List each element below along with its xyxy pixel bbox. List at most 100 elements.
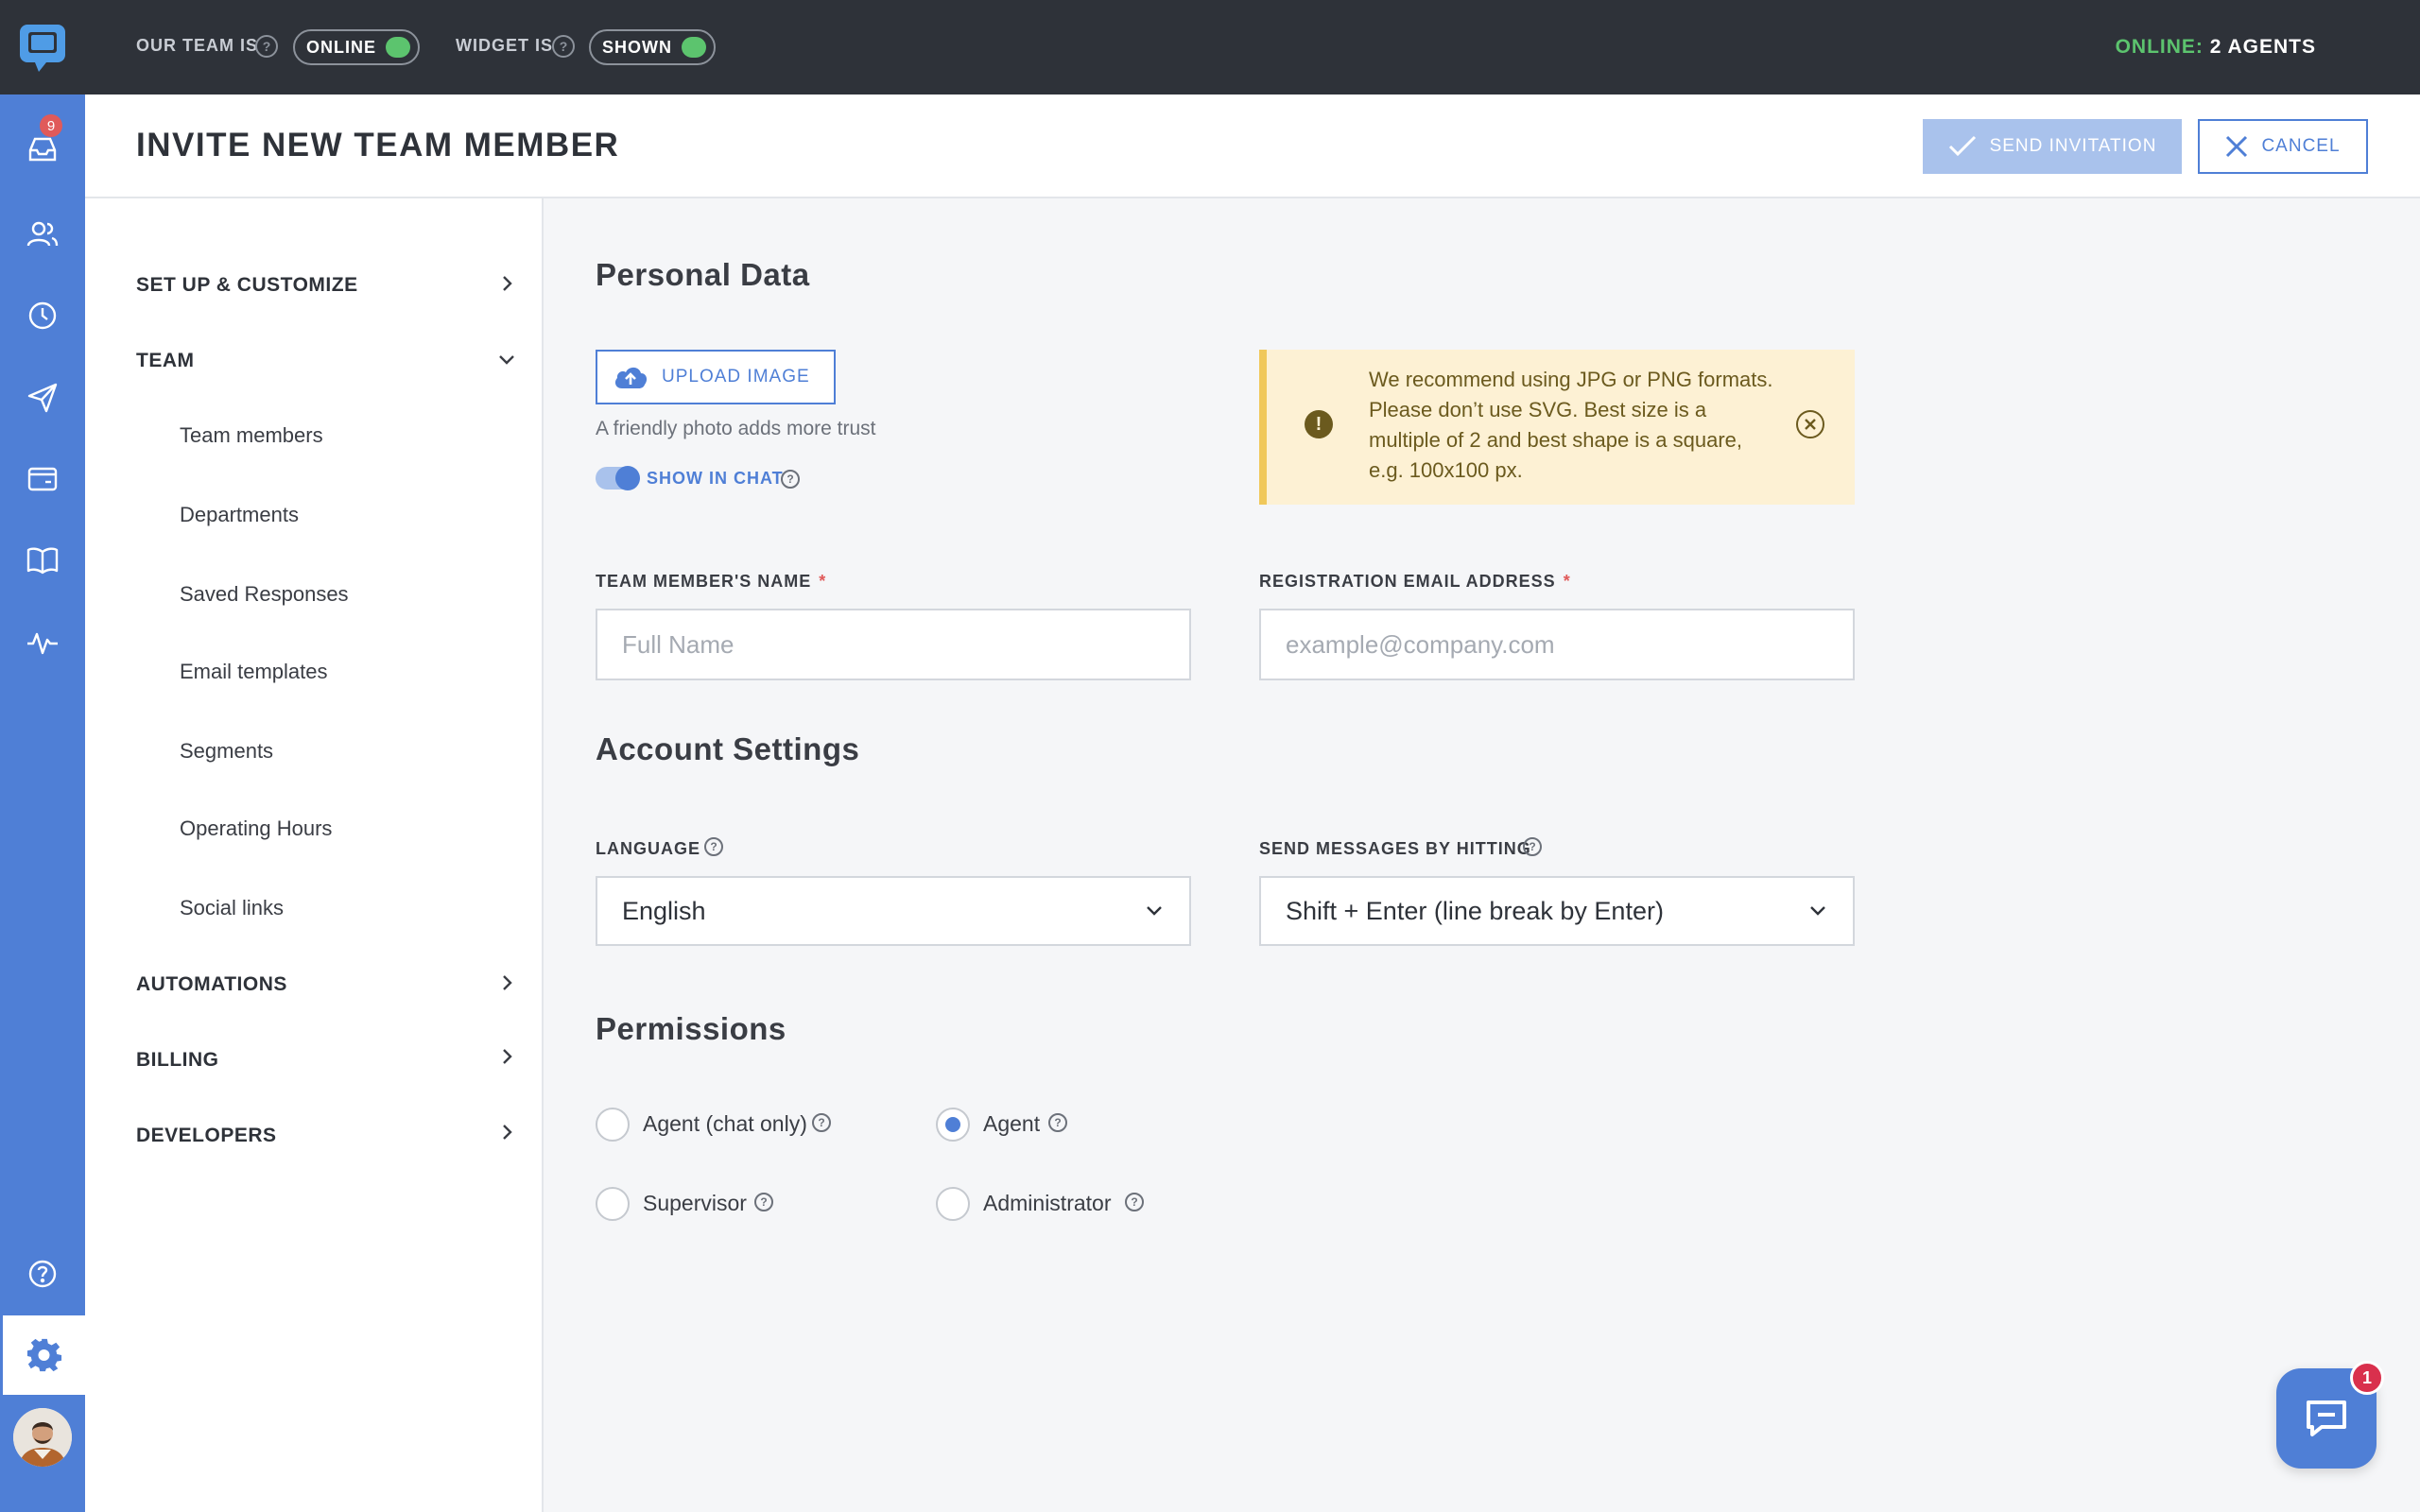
inbox-badge: 9 xyxy=(40,114,62,137)
agent-chat-only-help-icon[interactable]: ? xyxy=(812,1113,831,1132)
inbox-icon xyxy=(28,137,57,162)
agent-label[interactable]: Agent xyxy=(983,1111,1040,1137)
administrator-label[interactable]: Administrator xyxy=(983,1191,1111,1216)
show-in-chat-help-icon[interactable]: ? xyxy=(781,470,800,489)
chat-widget-button[interactable]: 1 xyxy=(2276,1361,2384,1469)
settings-nav: SET UP & CUSTOMIZE TEAM Team members Dep… xyxy=(85,198,544,1512)
top-bar: OUR TEAM IS ? ONLINE WIDGET IS ? SHOWN O… xyxy=(85,0,2420,94)
rail-widget[interactable] xyxy=(0,446,85,512)
upload-image-button[interactable]: UPLOAD IMAGE xyxy=(596,350,836,404)
widget-status-value: SHOWN xyxy=(602,37,672,57)
send-messages-field-label: SEND MESSAGES BY HITTING xyxy=(1259,839,1531,858)
show-in-chat-toggle[interactable] xyxy=(596,466,640,490)
close-icon xyxy=(2226,135,2248,158)
radio-agent-chat-only[interactable] xyxy=(596,1108,630,1142)
supervisor-label[interactable]: Supervisor xyxy=(643,1191,747,1216)
online-agents: ONLINE: 2 AGENTS xyxy=(2116,36,2316,59)
language-field-label: LANGUAGE xyxy=(596,839,700,858)
online-agents-value: 2 AGENTS xyxy=(2209,36,2316,58)
rail-inbox[interactable]: 9 xyxy=(0,114,85,182)
language-value: English xyxy=(622,896,706,925)
language-select[interactable]: English xyxy=(596,876,1191,946)
online-agents-label: ONLINE: xyxy=(2115,36,2204,58)
campaigns-icon xyxy=(27,383,58,413)
avatar[interactable] xyxy=(13,1408,72,1467)
help-icon xyxy=(28,1260,57,1288)
nav-item-team-members[interactable]: Team members xyxy=(180,423,323,448)
image-format-notice: ! We recommend using JPG or PNG formats.… xyxy=(1259,350,1855,505)
user-avatar-icon xyxy=(13,1408,72,1467)
language-help-icon[interactable]: ? xyxy=(704,837,723,856)
chevron-right-icon[interactable] xyxy=(501,1123,514,1142)
cancel-button[interactable]: CANCEL xyxy=(2198,119,2368,174)
chevron-right-icon[interactable] xyxy=(501,973,514,992)
nav-item-email-templates[interactable]: Email templates xyxy=(180,660,328,684)
chevron-right-icon[interactable] xyxy=(501,1047,514,1066)
widget-status-label: WIDGET IS xyxy=(456,36,553,55)
widget-status-toggle[interactable]: SHOWN xyxy=(589,29,716,65)
name-field-label: TEAM MEMBER'S NAME * xyxy=(596,572,826,592)
chevron-right-icon[interactable] xyxy=(501,274,514,293)
nav-item-social-links[interactable]: Social links xyxy=(180,896,284,920)
send-invitation-button[interactable]: SEND INVITATION xyxy=(1923,119,2182,174)
chat-bubble-icon xyxy=(2307,1400,2346,1436)
team-status-toggle[interactable]: ONLINE xyxy=(293,29,421,65)
nav-item-departments[interactable]: Departments xyxy=(180,503,299,527)
team-status-value: ONLINE xyxy=(306,37,377,57)
rail-knowledge-base[interactable] xyxy=(0,527,85,593)
chevron-down-icon[interactable] xyxy=(497,353,516,367)
team-status-help-icon[interactable]: ? xyxy=(255,35,278,58)
permissions-heading: Permissions xyxy=(596,1011,786,1046)
nav-section-team[interactable]: TEAM xyxy=(136,350,195,372)
nav-section-setup[interactable]: SET UP & CUSTOMIZE xyxy=(136,274,358,297)
left-rail: 9 xyxy=(0,0,85,1512)
send-messages-select[interactable]: Shift + Enter (line break by Enter) xyxy=(1259,876,1855,946)
chat-widget-badge: 1 xyxy=(2350,1361,2384,1395)
widget-status-help-icon[interactable]: ? xyxy=(552,35,575,58)
nav-section-developers[interactable]: DEVELOPERS xyxy=(136,1125,277,1147)
email-field-label: REGISTRATION EMAIL ADDRESS * xyxy=(1259,572,1571,592)
contacts-icon xyxy=(26,221,59,247)
upload-hint: A friendly photo adds more trust xyxy=(596,418,876,439)
radio-supervisor[interactable] xyxy=(596,1187,630,1221)
page-title: INVITE NEW TEAM MEMBER xyxy=(136,127,620,163)
administrator-help-icon[interactable]: ? xyxy=(1125,1193,1144,1211)
close-notice-icon[interactable] xyxy=(1796,410,1824,438)
upload-image-label: UPLOAD IMAGE xyxy=(662,367,810,387)
nav-item-operating-hours[interactable]: Operating Hours xyxy=(180,816,332,841)
agent-help-icon[interactable]: ? xyxy=(1048,1113,1067,1132)
name-label-text: TEAM MEMBER'S NAME xyxy=(596,572,812,591)
notice-text: We recommend using JPG or PNG formats. P… xyxy=(1369,368,1773,482)
required-mark: * xyxy=(1563,572,1571,591)
email-label-text: REGISTRATION EMAIL ADDRESS xyxy=(1259,572,1556,591)
rail-help[interactable] xyxy=(0,1241,85,1307)
radio-agent[interactable] xyxy=(936,1108,970,1142)
team-status-label: OUR TEAM IS xyxy=(136,36,259,55)
send-messages-value: Shift + Enter (line break by Enter) xyxy=(1286,896,1664,925)
analytics-icon xyxy=(27,632,58,655)
rail-contacts[interactable] xyxy=(0,201,85,267)
chevron-down-icon xyxy=(1147,906,1162,916)
team-status-indicator xyxy=(386,37,411,58)
rail-analytics[interactable] xyxy=(0,610,85,676)
rail-campaigns[interactable] xyxy=(0,365,85,431)
nav-item-segments[interactable]: Segments xyxy=(180,739,273,764)
supervisor-help-icon[interactable]: ? xyxy=(754,1193,773,1211)
nav-section-billing[interactable]: BILLING xyxy=(136,1049,219,1072)
personal-data-heading: Personal Data xyxy=(596,257,810,292)
warning-icon: ! xyxy=(1305,410,1333,438)
rail-settings[interactable] xyxy=(0,1315,85,1395)
email-input[interactable] xyxy=(1259,609,1855,680)
main-content: Personal Data UPLOAD IMAGE A friendly ph… xyxy=(545,198,2420,1512)
full-name-input[interactable] xyxy=(596,609,1191,680)
rail-history[interactable] xyxy=(0,283,85,349)
settings-icon xyxy=(26,1338,61,1372)
chevron-down-icon xyxy=(1810,906,1825,916)
nav-section-automations[interactable]: AUTOMATIONS xyxy=(136,973,287,996)
send-messages-help-icon[interactable]: ? xyxy=(1523,837,1542,856)
agent-chat-only-label[interactable]: Agent (chat only) xyxy=(643,1111,807,1137)
nav-item-saved-responses[interactable]: Saved Responses xyxy=(180,582,349,607)
radio-administrator[interactable] xyxy=(936,1187,970,1221)
app-logo[interactable] xyxy=(0,0,85,94)
page-header: INVITE NEW TEAM MEMBER SEND INVITATION C… xyxy=(85,94,2420,198)
